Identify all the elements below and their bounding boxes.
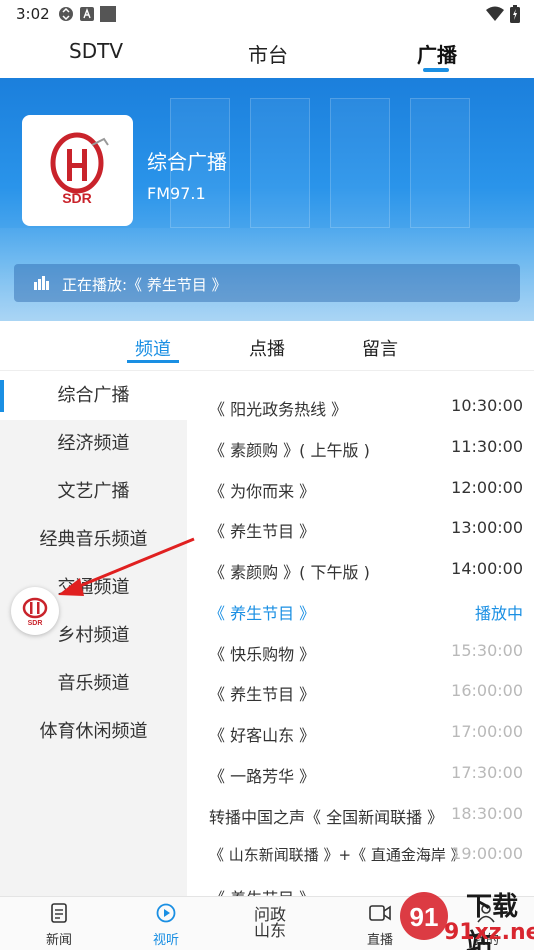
top-tabs: SDTV 市台 广播 — [0, 30, 534, 78]
channel-label: 交通频道 — [57, 577, 130, 598]
program-time: 17:30:00 — [451, 763, 523, 782]
program-time: 11:30:00 — [451, 437, 523, 456]
schedule-row[interactable]: 《 山东新闻联播 》+《 直通金海岸 》 19:00:00 — [187, 834, 534, 874]
channel-label: 体育休闲频道 — [39, 721, 148, 742]
tab-city[interactable]: 市台 — [248, 39, 288, 68]
equalizer-icon — [34, 276, 49, 290]
channel-label: 经典音乐频道 — [39, 529, 148, 550]
channel-item[interactable]: 经济频道 — [0, 420, 187, 468]
sdr-mini-logo-icon: SDR — [22, 597, 48, 627]
sdr-logo-icon: SDR — [50, 132, 109, 206]
program-title: 《 养生节目 》 — [209, 604, 316, 623]
channel-label: 乡村频道 — [57, 625, 130, 646]
channel-label: 综合广播 — [57, 385, 130, 406]
channel-item[interactable]: 音乐频道 — [0, 660, 187, 708]
nav-news[interactable]: 新闻 — [29, 903, 89, 948]
svg-text:91: 91 — [410, 902, 439, 932]
sub-tab-underline — [127, 360, 179, 363]
schedule-row[interactable]: 转播中国之声《 全国新闻联播 》 18:30:00 — [187, 794, 534, 834]
station-frequency: FM97.1 — [147, 184, 206, 203]
live-icon — [369, 905, 391, 921]
play-icon — [156, 903, 176, 923]
channel-label: 音乐频道 — [57, 673, 130, 694]
square-icon — [100, 6, 116, 22]
status-bar: 3:02 — [0, 0, 534, 30]
channel-label: 经济频道 — [57, 433, 130, 454]
program-time: 12:00:00 — [451, 478, 523, 497]
nav-wenzheng[interactable]: 问政 山东 — [250, 907, 290, 939]
a-icon — [80, 7, 94, 21]
schedule-row[interactable]: 《 好客山东 》 17:00:00 — [187, 712, 534, 752]
program-title: 转播中国之声《 全国新闻联播 》 — [209, 808, 444, 827]
sync-icon — [59, 7, 73, 21]
program-title: 《 养生节目 》 — [209, 885, 315, 896]
floating-player-button[interactable]: SDR — [11, 587, 59, 635]
channel-item[interactable]: 文艺广播 — [0, 468, 187, 516]
channel-label: 文艺广播 — [57, 481, 130, 502]
nav-video-label: 视听 — [152, 933, 179, 948]
program-title: 《 快乐购物 》 — [209, 645, 316, 664]
program-title: 《 养生节目 》 — [209, 685, 316, 704]
studio-decor — [330, 98, 390, 228]
program-title: 《 素颜购 》( 上午版 ) — [209, 441, 370, 460]
program-title: 《 一路芳华 》 — [209, 767, 316, 786]
live-status: 播放中 — [474, 604, 523, 623]
nav-video[interactable]: 视听 — [136, 903, 196, 948]
studio-decor — [250, 98, 310, 228]
channel-item[interactable]: 综合广播 — [0, 372, 187, 420]
nav-news-label: 新闻 — [45, 933, 72, 948]
status-time: 3:02 — [16, 5, 50, 23]
news-icon — [51, 903, 67, 923]
schedule-row[interactable]: 《 养生节目 》 16:00:00 — [187, 671, 534, 711]
program-time: 19:00:00 — [451, 844, 523, 863]
active-indicator — [0, 380, 4, 412]
battery-icon — [510, 5, 520, 23]
program-title: 《 为你而来 》 — [209, 482, 316, 501]
program-title: 《 阳光政务热线 》 — [209, 400, 348, 419]
program-time: 17:00:00 — [451, 722, 523, 741]
program-title: 《 素颜购 》( 下午版 ) — [209, 563, 370, 582]
station-name: 综合广播 — [147, 150, 227, 174]
program-time: 14:00:00 — [451, 559, 523, 578]
tab-underline — [423, 68, 449, 72]
tab-radio[interactable]: 广播 — [417, 39, 457, 68]
channel-item[interactable]: 体育休闲频道 — [0, 708, 187, 756]
schedule-row[interactable]: 《 阳光政务热线 》 10:30:00 — [187, 386, 534, 426]
program-title: 《 养生节目 》 — [209, 522, 316, 541]
channel-item[interactable]: 经典音乐频道 — [0, 516, 187, 564]
status-icons-right — [486, 5, 520, 23]
nav-center-line2: 山东 — [253, 921, 286, 940]
station-logo: SDR — [22, 115, 133, 226]
wifi-icon — [486, 6, 504, 21]
schedule-row[interactable]: 《 为你而来 》 12:00:00 — [187, 468, 534, 508]
program-time: 13:00:00 — [451, 518, 523, 537]
tab-channels[interactable]: 频道 — [135, 335, 171, 361]
status-icons-left — [58, 6, 116, 22]
program-title: 《 好客山东 》 — [209, 726, 316, 745]
schedule-row[interactable]: 《 素颜购 》( 下午版 ) 14:00:00 — [187, 549, 534, 589]
now-playing-bar[interactable]: 正在播放:《 养生节目 》 — [14, 264, 520, 302]
studio-decor — [410, 98, 470, 228]
sub-tabs: 频道 点播 留言 — [0, 321, 534, 371]
logo-text: SDR — [62, 190, 92, 206]
program-time: 15:30:00 — [451, 641, 523, 660]
program-time: 16:00:00 — [451, 681, 523, 700]
tab-messages[interactable]: 留言 — [362, 335, 398, 361]
schedule-row-live[interactable]: 《 养生节目 》 播放中 — [187, 590, 534, 630]
schedule-row[interactable]: 《 一路芳华 》 17:30:00 — [187, 753, 534, 793]
schedule-row[interactable]: 《 素颜购 》( 上午版 ) 11:30:00 — [187, 427, 534, 467]
station-banner: SDR 综合广播 FM97.1 正在播放:《 养生节目 》 — [0, 78, 534, 321]
program-time: 10:30:00 — [451, 396, 523, 415]
now-playing-text: 正在播放:《 养生节目 》 — [62, 276, 227, 294]
watermark-text-bottom: 91xz.net — [444, 920, 534, 945]
tab-sdtv[interactable]: SDTV — [69, 39, 123, 63]
mini-logo-text: SDR — [28, 620, 43, 627]
tab-on-demand[interactable]: 点播 — [249, 335, 285, 361]
program-time: 18:30:00 — [451, 804, 523, 823]
schedule-row[interactable]: 《 快乐购物 》 15:30:00 — [187, 631, 534, 671]
schedule-row[interactable]: 《 养生节目 》 13:00:00 — [187, 508, 534, 548]
program-title: 《 山东新闻联播 》+《 直通金海岸 》 — [209, 846, 466, 864]
program-schedule: 《 阳光政务热线 》 10:30:00 《 素颜购 》( 上午版 ) 11:30:0… — [187, 372, 534, 896]
